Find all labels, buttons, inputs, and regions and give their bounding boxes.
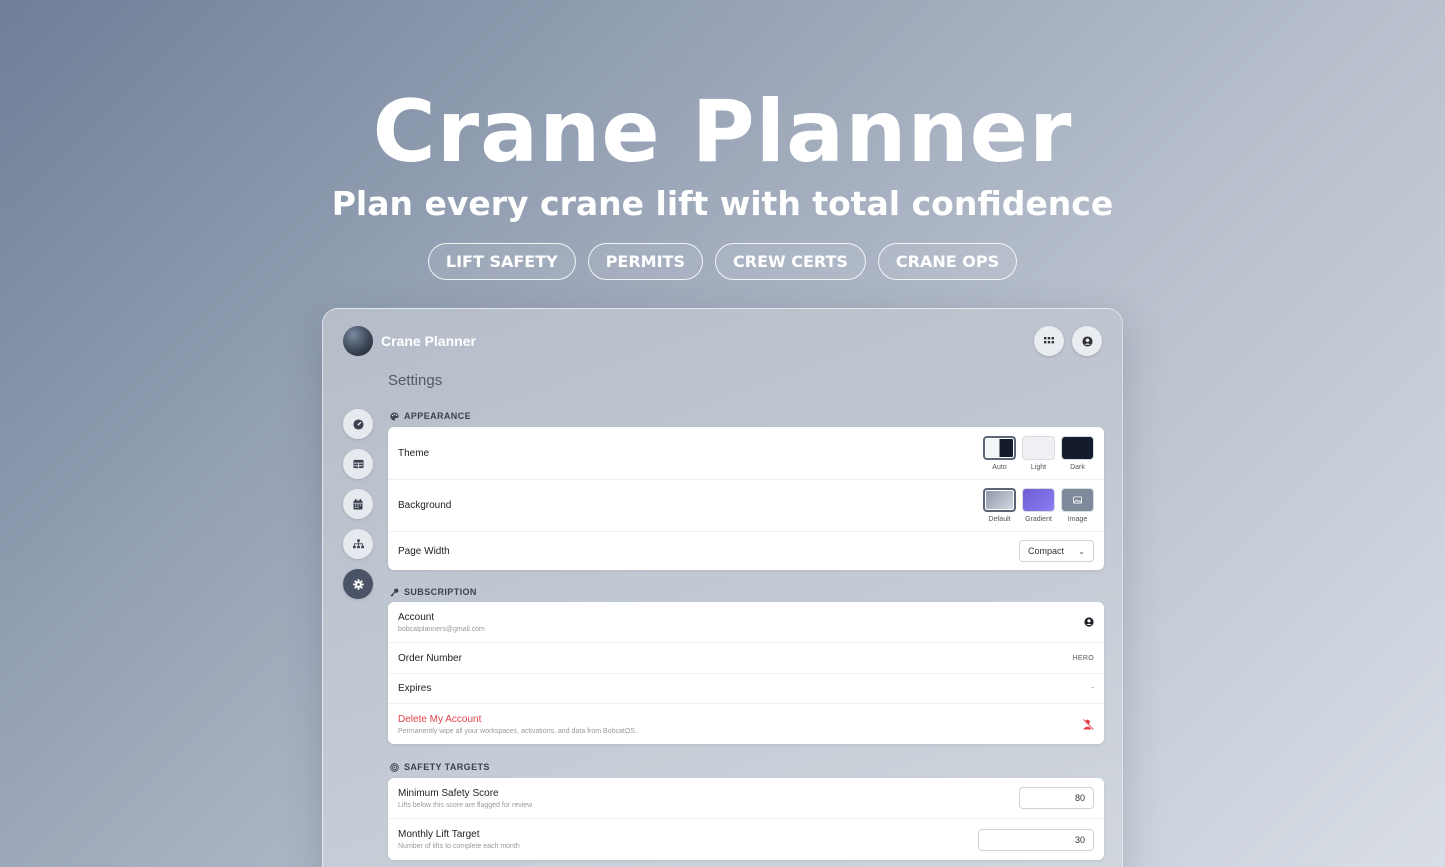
monthly-lift-target-row: Monthly Lift Target Number of lifts to c… [388, 819, 1104, 860]
theme-row: Theme Auto Light Dark [388, 427, 1104, 480]
image-icon [1073, 496, 1082, 504]
theme-option-light[interactable]: Light [1022, 435, 1055, 471]
tag-crew-certs: CREW CERTS [715, 243, 866, 280]
expires-value: - [1091, 685, 1094, 692]
app-name: Crane Planner [381, 333, 476, 349]
background-default-swatch [983, 488, 1016, 512]
background-option-gradient[interactable]: Gradient [1022, 488, 1055, 523]
monthly-lift-target-input[interactable]: 30 [978, 828, 1094, 851]
theme-dark-swatch [1061, 435, 1094, 460]
target-icon [390, 762, 399, 772]
apps-grid-button[interactable] [1034, 326, 1064, 356]
section-subscription: SUBSCRIPTION [390, 587, 477, 597]
profile-button[interactable] [1072, 326, 1102, 356]
safety-targets-card: Minimum Safety Score Lifts below this sc… [388, 778, 1104, 860]
theme-dark-caption: Dark [1070, 463, 1085, 471]
background-image-caption: Image [1067, 516, 1088, 523]
theme-label: Theme [398, 447, 430, 459]
subscription-card: Account bobcatplanners@gmail.com Order N… [388, 602, 1104, 744]
theme-auto-swatch [983, 435, 1016, 460]
min-safety-score-label: Minimum Safety Score [398, 787, 499, 799]
monthly-lift-target-label: Monthly Lift Target [398, 829, 480, 840]
order-number-row: Order Number HERO [388, 643, 1104, 674]
delete-account-row[interactable]: Delete My Account Permanently wipe all y… [388, 704, 1104, 744]
gear-icon [352, 578, 364, 590]
calendar-icon [353, 498, 363, 509]
sidebar-nav [343, 409, 373, 599]
user-circle-icon [1081, 335, 1093, 347]
app-window: Crane Planner Settings APPEARANCE Theme … [322, 308, 1123, 867]
chevron-down-icon: ⌄ [1078, 546, 1085, 556]
background-gradient-swatch [1022, 488, 1055, 512]
nav-org-chart[interactable] [343, 529, 373, 559]
theme-option-auto[interactable]: Auto [983, 435, 1016, 471]
page-width-row: Page Width Compact ⌄ [388, 532, 1104, 570]
nav-settings[interactable] [343, 569, 373, 599]
palette-icon [390, 411, 399, 421]
background-gradient-caption: Gradient [1025, 516, 1052, 523]
background-option-image[interactable]: Image [1061, 488, 1094, 523]
section-appearance-label: APPEARANCE [404, 411, 472, 421]
section-appearance: APPEARANCE [390, 411, 471, 421]
theme-light-caption: Light [1030, 463, 1047, 471]
tag-lift-safety: LIFT SAFETY [427, 243, 576, 280]
section-subscription-label: SUBSCRIPTION [404, 587, 477, 597]
expires-label: Expires [398, 683, 432, 694]
user-circle-icon [1084, 617, 1094, 627]
page-width-label: Page Width [398, 545, 450, 557]
account-email: bobcatplanners@gmail.com [398, 625, 485, 633]
table-icon [352, 459, 364, 469]
key-icon [390, 588, 399, 597]
background-row: Background Default Gradient Image [388, 480, 1104, 532]
section-safety-targets: SAFETY TARGETS [390, 762, 490, 772]
background-image-swatch [1061, 488, 1094, 512]
nav-table[interactable] [343, 449, 373, 479]
order-number-label: Order Number [398, 652, 462, 664]
background-option-default[interactable]: Default [983, 488, 1016, 523]
tag-crane-ops: CRANE OPS [877, 243, 1018, 280]
theme-auto-caption: Auto [992, 463, 1007, 471]
org-chart-icon [352, 539, 364, 549]
appearance-card: Theme Auto Light Dark Background Default… [388, 427, 1104, 570]
section-safety-label: SAFETY TARGETS [404, 762, 490, 772]
account-row: Account bobcatplanners@gmail.com [388, 602, 1104, 643]
page-width-select[interactable]: Compact ⌄ [1019, 540, 1094, 562]
hero-title: Crane Planner [372, 82, 1073, 182]
tag-pills: LIFT SAFETY PERMITS CREW CERTS CRANE OPS [0, 243, 1445, 280]
nav-calendar[interactable] [343, 489, 373, 519]
background-default-caption: Default [988, 516, 1011, 523]
order-number-value: HERO [1072, 654, 1094, 662]
theme-option-dark[interactable]: Dark [1061, 435, 1094, 471]
min-safety-score-row: Minimum Safety Score Lifts below this sc… [388, 778, 1104, 819]
min-safety-score-desc: Lifts below this score are flagged for r… [398, 801, 533, 809]
monthly-lift-target-desc: Number of lifts to complete each month [398, 843, 520, 850]
theme-light-swatch [1022, 435, 1055, 460]
min-safety-score-input[interactable]: 80 [1019, 787, 1094, 809]
grid-icon [1044, 337, 1054, 344]
expires-row: Expires - [388, 674, 1104, 704]
page-width-value: Compact [1028, 546, 1065, 556]
dashboard-icon [352, 418, 364, 430]
tag-permits: PERMITS [587, 243, 703, 280]
hero-subtitle: Plan every crane lift with total confide… [331, 184, 1114, 223]
app-logo [343, 326, 373, 356]
background-label: Background [398, 500, 452, 511]
page-title: Settings [388, 372, 443, 389]
delete-account-desc: Permanently wipe all your workspaces, ac… [398, 727, 637, 735]
window-header: Crane Planner [343, 325, 1102, 357]
nav-dashboard[interactable] [343, 409, 373, 439]
delete-account-label[interactable]: Delete My Account [398, 714, 637, 725]
account-label: Account [398, 611, 435, 623]
user-remove-icon[interactable] [1082, 718, 1094, 730]
